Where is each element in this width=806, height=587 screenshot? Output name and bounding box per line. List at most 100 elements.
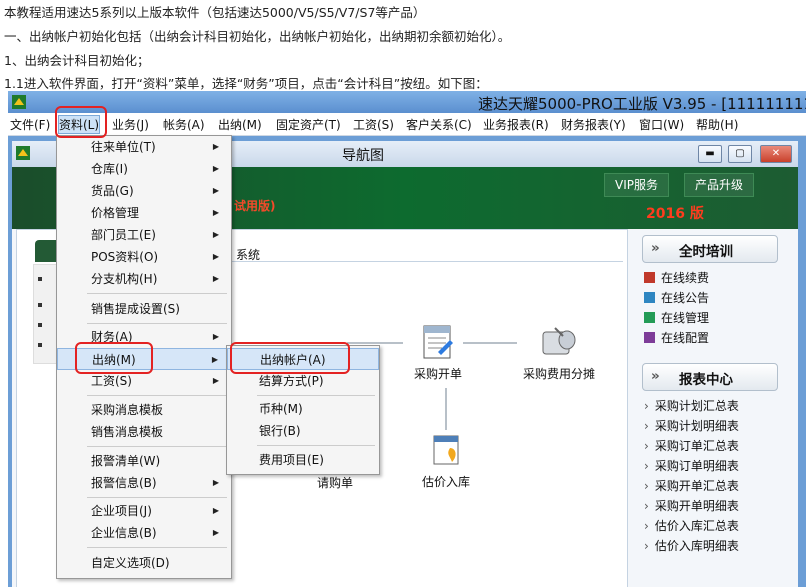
annotation-highlight (75, 342, 153, 374)
menu-item-partners[interactable]: 往来单位(T) ▶ (57, 136, 231, 158)
training-section-header[interactable]: » 全时培训 (642, 235, 778, 263)
intro-line-2: 一、出纳帐户初始化包括（出纳会计科目初始化，出纳帐户初始化，出纳期初余额初始化）… (4, 29, 511, 44)
menu-item-alert-info[interactable]: 报警信息(B) ▶ (57, 472, 231, 494)
trial-edition-label: 试用版) (234, 199, 276, 213)
menu-window[interactable]: 窗口(W) (639, 116, 684, 133)
training-item[interactable]: 在线续费 (644, 269, 709, 286)
menu-item-purchase-template[interactable]: 采购消息模板 (57, 399, 231, 421)
estimated-stock-in-label: 估价入库 (421, 475, 470, 489)
flow-arrow (463, 342, 517, 344)
app-logo-icon (12, 95, 26, 109)
submenu-item-bank[interactable]: 银行(B) (227, 420, 379, 442)
list-bullet (38, 303, 42, 307)
menu-fixed-assets[interactable]: 固定资产(T) (276, 116, 341, 133)
year-edition-label: 2016 版 (646, 206, 704, 222)
menu-item-departments[interactable]: 部门员工(E) ▶ (57, 224, 231, 246)
menu-item-goods[interactable]: 货品(G) ▶ (57, 180, 231, 202)
list-bullet (38, 343, 42, 347)
menu-separator (87, 293, 227, 294)
intro-line-4: 1.1进入软件界面，打开“资料”菜单，选择“财务”项目，点击“会计科目”按纽。如… (4, 76, 488, 91)
menu-item-enterprise-project[interactable]: 企业项目(J) ▶ (57, 500, 231, 522)
training-title: 全时培训 (679, 244, 733, 260)
right-sidebar: » 全时培训 在线续费 在线公告 在线管理 在线配置 » 报表中心 › 采购计划汇… (630, 229, 798, 587)
menu-separator (87, 395, 227, 396)
menu-accounts[interactable]: 帐务(A) (163, 116, 205, 133)
report-item[interactable]: › 采购计划明细表 (644, 417, 739, 434)
submenu-item-expense[interactable]: 费用项目(E) (227, 449, 379, 471)
menu-item-enterprise-info[interactable]: 企业信息(B) ▶ (57, 522, 231, 544)
submenu-arrow-icon: ▶ (212, 376, 219, 385)
purchase-cost-allocation-label: 采购费用分摊 (522, 367, 595, 381)
report-item[interactable]: › 估价入库汇总表 (644, 517, 739, 534)
report-item[interactable]: › 采购订单明细表 (644, 457, 739, 474)
menu-business-reports[interactable]: 业务报表(R) (483, 116, 549, 133)
purchase-order-node[interactable]: 采购开单 (403, 322, 473, 382)
report-item[interactable]: › 采购计划汇总表 (644, 397, 739, 414)
menu-item-commission[interactable]: 销售提成设置(S) (57, 298, 231, 320)
report-item[interactable]: › 采购开单汇总表 (644, 477, 739, 494)
menu-item-custom-options[interactable]: 自定义选项(D) (57, 552, 231, 574)
menu-separator (257, 395, 375, 396)
report-item[interactable]: › 采购订单汇总表 (644, 437, 739, 454)
menu-item-pricing[interactable]: 价格管理 ▶ (57, 202, 231, 224)
arrow-right-icon: › (644, 499, 649, 513)
report-section-header[interactable]: » 报表中心 (642, 363, 778, 391)
maximize-button[interactable]: ▢ (728, 145, 752, 163)
menu-cashier[interactable]: 出纳(M) (218, 116, 262, 133)
menu-separator (87, 446, 227, 447)
list-bullet (38, 277, 42, 281)
minimize-button[interactable]: ▬ (698, 145, 722, 163)
submenu-arrow-icon: ▶ (212, 332, 219, 341)
menu-item-pos[interactable]: POS资料(O) ▶ (57, 246, 231, 268)
arrow-right-icon: › (644, 459, 649, 473)
notice-icon (644, 292, 655, 303)
window-title: 速达天耀5000-PRO工业版 V3.95 - [111111111 (478, 95, 806, 113)
manage-icon (644, 312, 655, 323)
purchase-cost-allocation-node[interactable]: 采购费用分摊 (509, 322, 609, 382)
menu-help[interactable]: 帮助(H) (696, 116, 738, 133)
menu-item-alert-list[interactable]: 报警清单(W) (57, 450, 231, 472)
product-upgrade-button[interactable]: 产品升级 (684, 173, 755, 197)
report-item[interactable]: › 估价入库明细表 (644, 537, 739, 554)
purchase-document-icon (423, 325, 453, 359)
submenu-arrow-icon: ▶ (212, 142, 219, 151)
menu-crm[interactable]: 客户关系(C) (406, 116, 472, 133)
annotation-highlight (230, 342, 350, 374)
cost-allocation-icon (542, 327, 576, 355)
vip-service-button[interactable]: VIP服务 (604, 173, 669, 197)
submenu-arrow-icon: ▶ (212, 186, 219, 195)
window-titlebar: 速达天耀5000-PRO工业版 V3.95 - [111111111 (8, 91, 806, 113)
submenu-item-currency[interactable]: 币种(M) (227, 398, 379, 420)
submenu-arrow-icon: ▶ (211, 355, 218, 364)
flow-arrow (445, 388, 447, 430)
submenu-arrow-icon: ▶ (212, 274, 219, 283)
purchase-order-label: 采购开单 (413, 367, 462, 381)
menu-separator (257, 445, 375, 446)
menu-separator (87, 497, 227, 498)
arrow-right-icon: › (644, 479, 649, 493)
menu-finance-reports[interactable]: 财务报表(Y) (561, 116, 626, 133)
menu-bar: 文件(F) 资料(L) 业务(J) 帐务(A) 出纳(M) 固定资产(T) 工资… (8, 113, 806, 136)
close-button[interactable]: ✕ (760, 145, 792, 163)
config-icon (644, 332, 655, 343)
menu-payroll[interactable]: 工资(S) (353, 116, 394, 133)
purchase-request-label: 请购单 (316, 476, 353, 490)
menu-item-warehouse[interactable]: 仓库(I) ▶ (57, 158, 231, 180)
training-item[interactable]: 在线配置 (644, 329, 709, 346)
estimated-stock-in-node[interactable]: 估价入库 (411, 430, 481, 490)
submenu-arrow-icon: ▶ (212, 528, 219, 537)
menu-business[interactable]: 业务(J) (112, 116, 149, 133)
menu-file[interactable]: 文件(F) (10, 116, 50, 133)
submenu-arrow-icon: ▶ (212, 506, 219, 515)
menu-separator (87, 547, 227, 548)
menu-item-branches[interactable]: 分支机构(H) ▶ (57, 268, 231, 290)
report-item[interactable]: › 采购开单明细表 (644, 497, 739, 514)
nav-app-icon (16, 146, 30, 160)
submenu-arrow-icon: ▶ (212, 208, 219, 217)
training-item[interactable]: 在线管理 (644, 309, 709, 326)
intro-line-3: 1、出纳会计科目初始化； (4, 53, 150, 68)
menu-separator (87, 323, 227, 324)
training-item[interactable]: 在线公告 (644, 289, 709, 306)
menu-item-sales-template[interactable]: 销售消息模板 (57, 421, 231, 443)
submenu-arrow-icon: ▶ (212, 230, 219, 239)
